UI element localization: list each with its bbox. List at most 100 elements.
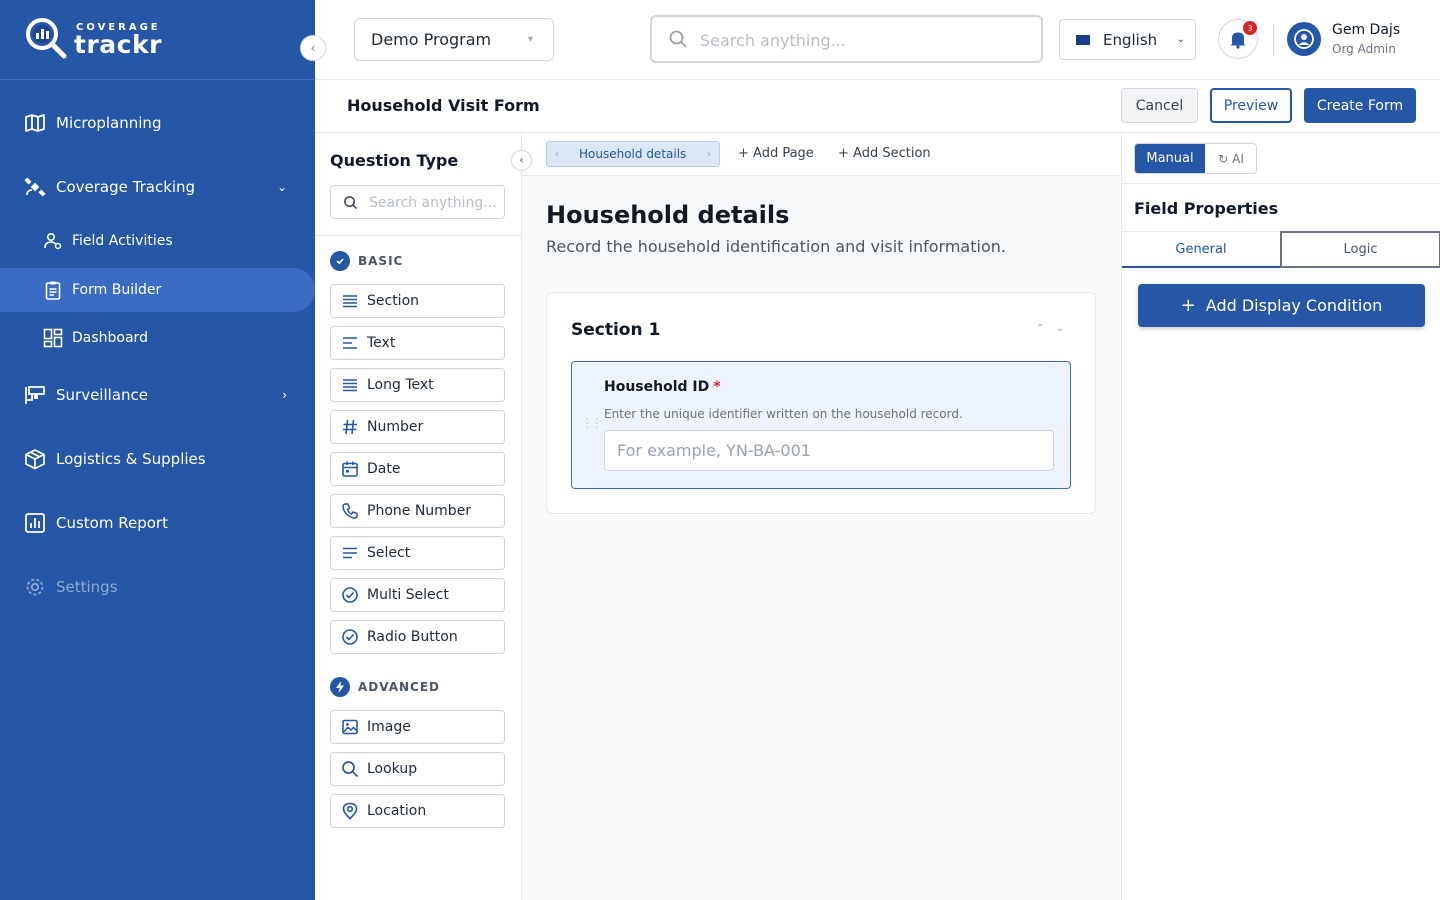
gear-icon — [26, 578, 44, 596]
drag-handle-icon[interactable]: ⋮⋮ — [581, 416, 603, 430]
chevron-down-icon: ⌄ — [1176, 34, 1185, 45]
brand-name: trackr — [74, 30, 162, 59]
field-label: Household ID * — [604, 379, 721, 395]
sidebar-item-logistics[interactable]: Logistics & Supplies — [0, 437, 315, 481]
topbar: Demo Program ▾ English ⌄ 3 Gem Dajs Org … — [315, 0, 1440, 80]
sidebar-item-form-builder[interactable]: Form Builder — [0, 268, 315, 312]
field-properties-title: Field Properties — [1134, 199, 1279, 218]
question-search — [330, 185, 505, 219]
tab-general[interactable]: General — [1122, 231, 1280, 268]
sidebar: COVERAGE trackr Microplanning Coverage T… — [0, 0, 315, 900]
chevron-up-icon[interactable]: ⌃ — [1036, 323, 1044, 334]
question-type-label: Image — [367, 719, 411, 735]
add-display-condition-label: Add Display Condition — [1205, 296, 1383, 315]
plus-icon: + — [1180, 295, 1196, 316]
sidebar-item-label: Field Activities — [72, 233, 173, 249]
mode-manual-button[interactable]: Manual — [1135, 144, 1205, 173]
question-panel-collapse-button[interactable]: ‹ — [511, 150, 532, 171]
preview-button[interactable]: Preview — [1210, 88, 1292, 123]
form-page-description[interactable]: Record the household identification and … — [546, 237, 1006, 256]
question-type-long-text[interactable]: Long Text — [330, 368, 505, 402]
required-marker: * — [713, 379, 721, 395]
check-circle-icon — [342, 629, 358, 645]
box-icon — [25, 449, 45, 470]
add-page-label: Add Page — [753, 146, 814, 161]
question-type-title: Question Type — [330, 151, 459, 170]
divider — [1273, 24, 1274, 56]
sidebar-item-dashboard[interactable]: Dashboard — [0, 316, 315, 360]
chevron-down-icon[interactable]: ⌄ — [1056, 323, 1064, 334]
section-card: Section 1 ⌃ ⌄ ⋮⋮ Household ID * Enter the… — [546, 292, 1096, 514]
chevron-right-icon[interactable]: › — [707, 149, 711, 160]
basic-badge-icon — [330, 251, 350, 271]
location-pin-icon — [342, 802, 358, 820]
sidebar-item-settings[interactable]: Settings — [0, 565, 315, 609]
language-value: English — [1103, 30, 1158, 49]
question-type-radio-button[interactable]: Radio Button — [330, 620, 505, 654]
question-type-lookup[interactable]: Lookup — [330, 752, 505, 786]
program-select[interactable]: Demo Program ▾ — [354, 18, 554, 61]
question-type-location[interactable]: Location — [330, 794, 505, 828]
mode-ai-button[interactable]: ↻ AI — [1205, 144, 1256, 173]
chevron-right-icon: › — [282, 388, 287, 402]
search-input[interactable] — [700, 27, 1030, 53]
add-display-condition-button[interactable]: + Add Display Condition — [1138, 284, 1425, 327]
create-form-button[interactable]: Create Form — [1304, 88, 1416, 123]
question-type-panel: Question Type BASIC Section Text Long Te… — [315, 133, 522, 900]
field-label-text: Household ID — [604, 379, 710, 395]
select-icon — [343, 547, 357, 559]
sidebar-item-microplanning[interactable]: Microplanning — [0, 101, 315, 145]
search-icon — [669, 30, 687, 48]
question-type-label: Text — [367, 335, 396, 351]
field-help-text: Enter the unique identifier written on t… — [604, 407, 963, 421]
question-type-text[interactable]: Text — [330, 326, 505, 360]
form-field-card[interactable]: ⋮⋮ Household ID * Enter the unique identi… — [571, 361, 1071, 489]
tab-logic[interactable]: Logic — [1280, 231, 1440, 268]
sidebar-item-custom-report[interactable]: Custom Report — [0, 501, 315, 545]
image-icon — [342, 719, 358, 735]
program-select-value: Demo Program — [371, 30, 492, 49]
mode-ai-label: AI — [1232, 151, 1244, 166]
question-type-label: Lookup — [367, 761, 418, 777]
add-section-button[interactable]: + Add Section — [838, 146, 931, 161]
question-type-multi-select[interactable]: Multi Select — [330, 578, 505, 612]
avatar[interactable] — [1287, 22, 1321, 56]
sidebar-item-coverage-tracking[interactable]: Coverage Tracking ⌄ — [0, 165, 315, 209]
question-type-phone[interactable]: Phone Number — [330, 494, 505, 528]
basic-group-header: BASIC — [330, 251, 403, 271]
divider — [315, 235, 521, 236]
form-page-title[interactable]: Household details — [546, 201, 789, 229]
sidebar-collapse-button[interactable]: ‹ — [300, 35, 326, 61]
user-icon — [1294, 29, 1314, 49]
sidebar-item-label: Surveillance — [56, 386, 148, 404]
household-id-input[interactable] — [604, 430, 1054, 471]
breadcrumb-page: Household details — [579, 147, 687, 161]
sidebar-item-field-activities[interactable]: Field Activities — [0, 219, 315, 263]
sidebar-item-label: Custom Report — [56, 514, 168, 532]
question-type-number[interactable]: Number — [330, 410, 505, 444]
question-search-input[interactable] — [369, 192, 499, 214]
form-canvas: ‹ Household details › + Add Page + Add S… — [522, 133, 1121, 900]
divider — [1122, 183, 1440, 184]
question-type-select[interactable]: Select — [330, 536, 505, 570]
question-type-image[interactable]: Image — [330, 710, 505, 744]
section-title[interactable]: Section 1 — [571, 320, 660, 340]
dashboard-icon — [43, 328, 63, 348]
add-page-button[interactable]: + Add Page — [738, 146, 814, 161]
breadcrumb[interactable]: ‹ Household details › — [546, 141, 720, 167]
user-name: Gem Dajs — [1332, 22, 1401, 38]
sidebar-item-surveillance[interactable]: Surveillance › — [0, 373, 315, 417]
clipboard-icon — [45, 281, 61, 300]
global-search — [650, 15, 1043, 63]
question-type-date[interactable]: Date — [330, 452, 505, 486]
sidebar-item-label: Logistics & Supplies — [56, 450, 206, 468]
users-icon — [44, 232, 62, 250]
question-type-section[interactable]: Section — [330, 284, 505, 318]
advanced-group-label: ADVANCED — [358, 680, 441, 694]
plus-icon: + — [838, 146, 854, 161]
language-select[interactable]: English ⌄ — [1059, 19, 1196, 60]
cancel-button[interactable]: Cancel — [1121, 88, 1198, 123]
question-type-label: Multi Select — [367, 587, 449, 603]
advanced-group-header: ADVANCED — [330, 677, 440, 697]
chevron-left-icon[interactable]: ‹ — [555, 149, 559, 160]
